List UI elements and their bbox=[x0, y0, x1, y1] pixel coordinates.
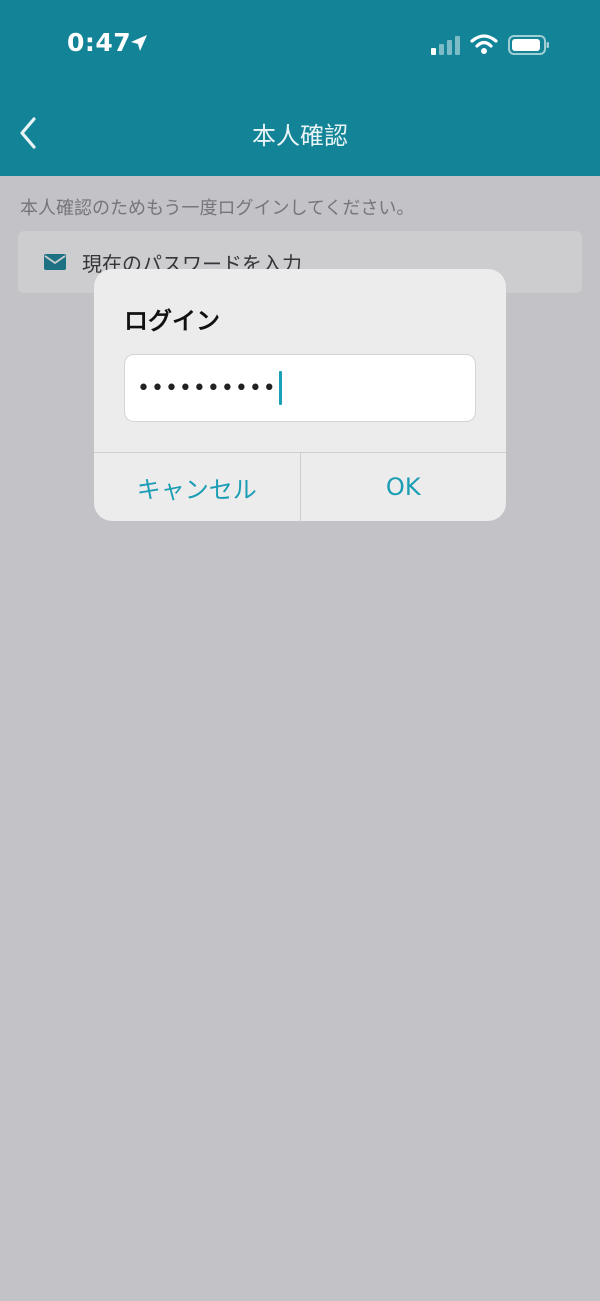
password-input[interactable]: •••••••••• bbox=[124, 354, 476, 422]
cellular-signal-icon bbox=[431, 36, 460, 55]
cancel-button[interactable]: キャンセル bbox=[94, 453, 300, 521]
dialog-title: ログイン bbox=[124, 307, 220, 335]
battery-icon bbox=[508, 35, 549, 55]
status-time: 0:47 bbox=[67, 28, 132, 57]
wifi-icon bbox=[470, 34, 498, 54]
ok-button[interactable]: OK bbox=[299, 453, 507, 521]
login-dialog: ログイン •••••••••• キャンセル OK bbox=[94, 269, 506, 521]
password-value: •••••••••• bbox=[137, 375, 277, 401]
text-caret bbox=[278, 371, 282, 405]
page-title: 本人確認 bbox=[252, 122, 348, 150]
location-arrow-icon bbox=[131, 35, 147, 51]
app-header: 0:47 本人確認 bbox=[0, 0, 600, 176]
dialog-buttons: キャンセル OK bbox=[94, 452, 506, 521]
